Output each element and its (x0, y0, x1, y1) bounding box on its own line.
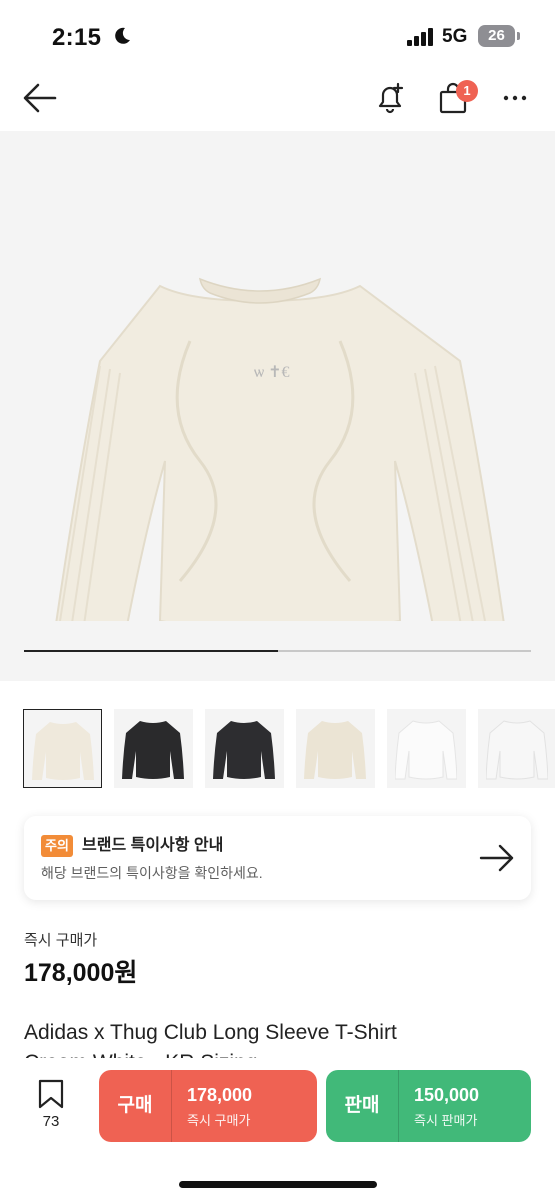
buy-label: 구매 (117, 1095, 153, 1116)
sell-divider (398, 1070, 399, 1142)
back-arrow-icon[interactable] (22, 82, 58, 114)
notice-title: 브랜드 특이사항 안내 (82, 837, 224, 854)
cart-count-badge: 1 (456, 80, 478, 102)
thumbnail-strip (23, 709, 555, 789)
thumbnail-black-1[interactable] (114, 709, 193, 788)
thumbnail-white-2[interactable] (478, 709, 555, 788)
wishlist-button[interactable]: 73 (36, 1078, 66, 1138)
status-time: 2:15 (52, 24, 102, 51)
more-icon[interactable] (498, 80, 534, 116)
instant-buy-price: 178,000원 (24, 959, 138, 987)
thumbnail-white[interactable] (387, 709, 466, 788)
bell-plus-icon[interactable] (372, 80, 408, 116)
notice-subtitle: 해당 브랜드의 특이사항을 확인하세요. (41, 865, 263, 881)
buy-price: 178,000 (187, 1085, 253, 1105)
sell-label: 판매 (344, 1095, 380, 1116)
battery-cap (517, 32, 520, 40)
wishlist-count: 73 (42, 1113, 60, 1130)
signal-icon (407, 28, 433, 46)
svg-text:ѡ ✝€: ѡ ✝€ (254, 364, 290, 381)
buy-price-label: 즉시 구매가 (187, 1113, 251, 1128)
bookmark-icon (38, 1079, 64, 1109)
moon-icon (115, 27, 130, 44)
status-bar: 2:15 5G 26 (0, 0, 555, 70)
battery-indicator: 26 (478, 25, 515, 47)
sell-button[interactable]: 판매 150,000 즉시 판매가 (326, 1070, 531, 1142)
long-sleeve-shirt-image: ѡ ✝€ (55, 277, 505, 621)
thumbnail-cream-2[interactable] (296, 709, 375, 788)
thumbnail-black-2[interactable] (205, 709, 284, 788)
sell-price: 150,000 (414, 1085, 480, 1105)
network-type: 5G (442, 26, 468, 47)
thumbnail-cream[interactable] (23, 709, 102, 788)
product-subtitle: Cream White - KR Sizing (24, 1048, 531, 1058)
instant-buy-price-label: 즉시 구매가 (24, 932, 98, 949)
brand-notice-card[interactable]: 주의 브랜드 특이사항 안내 해당 브랜드의 특이사항을 확인하세요. (24, 816, 531, 900)
buy-divider (171, 1070, 172, 1142)
sell-price-label: 즉시 판매가 (414, 1113, 478, 1128)
gallery-progress (24, 650, 531, 652)
buy-button[interactable]: 구매 178,000 즉시 구매가 (99, 1070, 317, 1142)
gallery-progress-fill (24, 650, 278, 652)
product-main-image[interactable]: ѡ ✝€ (0, 131, 555, 681)
home-indicator[interactable] (179, 1181, 377, 1188)
bottom-action-bar: 73 구매 178,000 즉시 구매가 판매 150,000 즉시 판매가 (0, 1058, 555, 1200)
warning-badge: 주의 (41, 835, 73, 857)
arrow-right-icon[interactable] (478, 842, 516, 874)
